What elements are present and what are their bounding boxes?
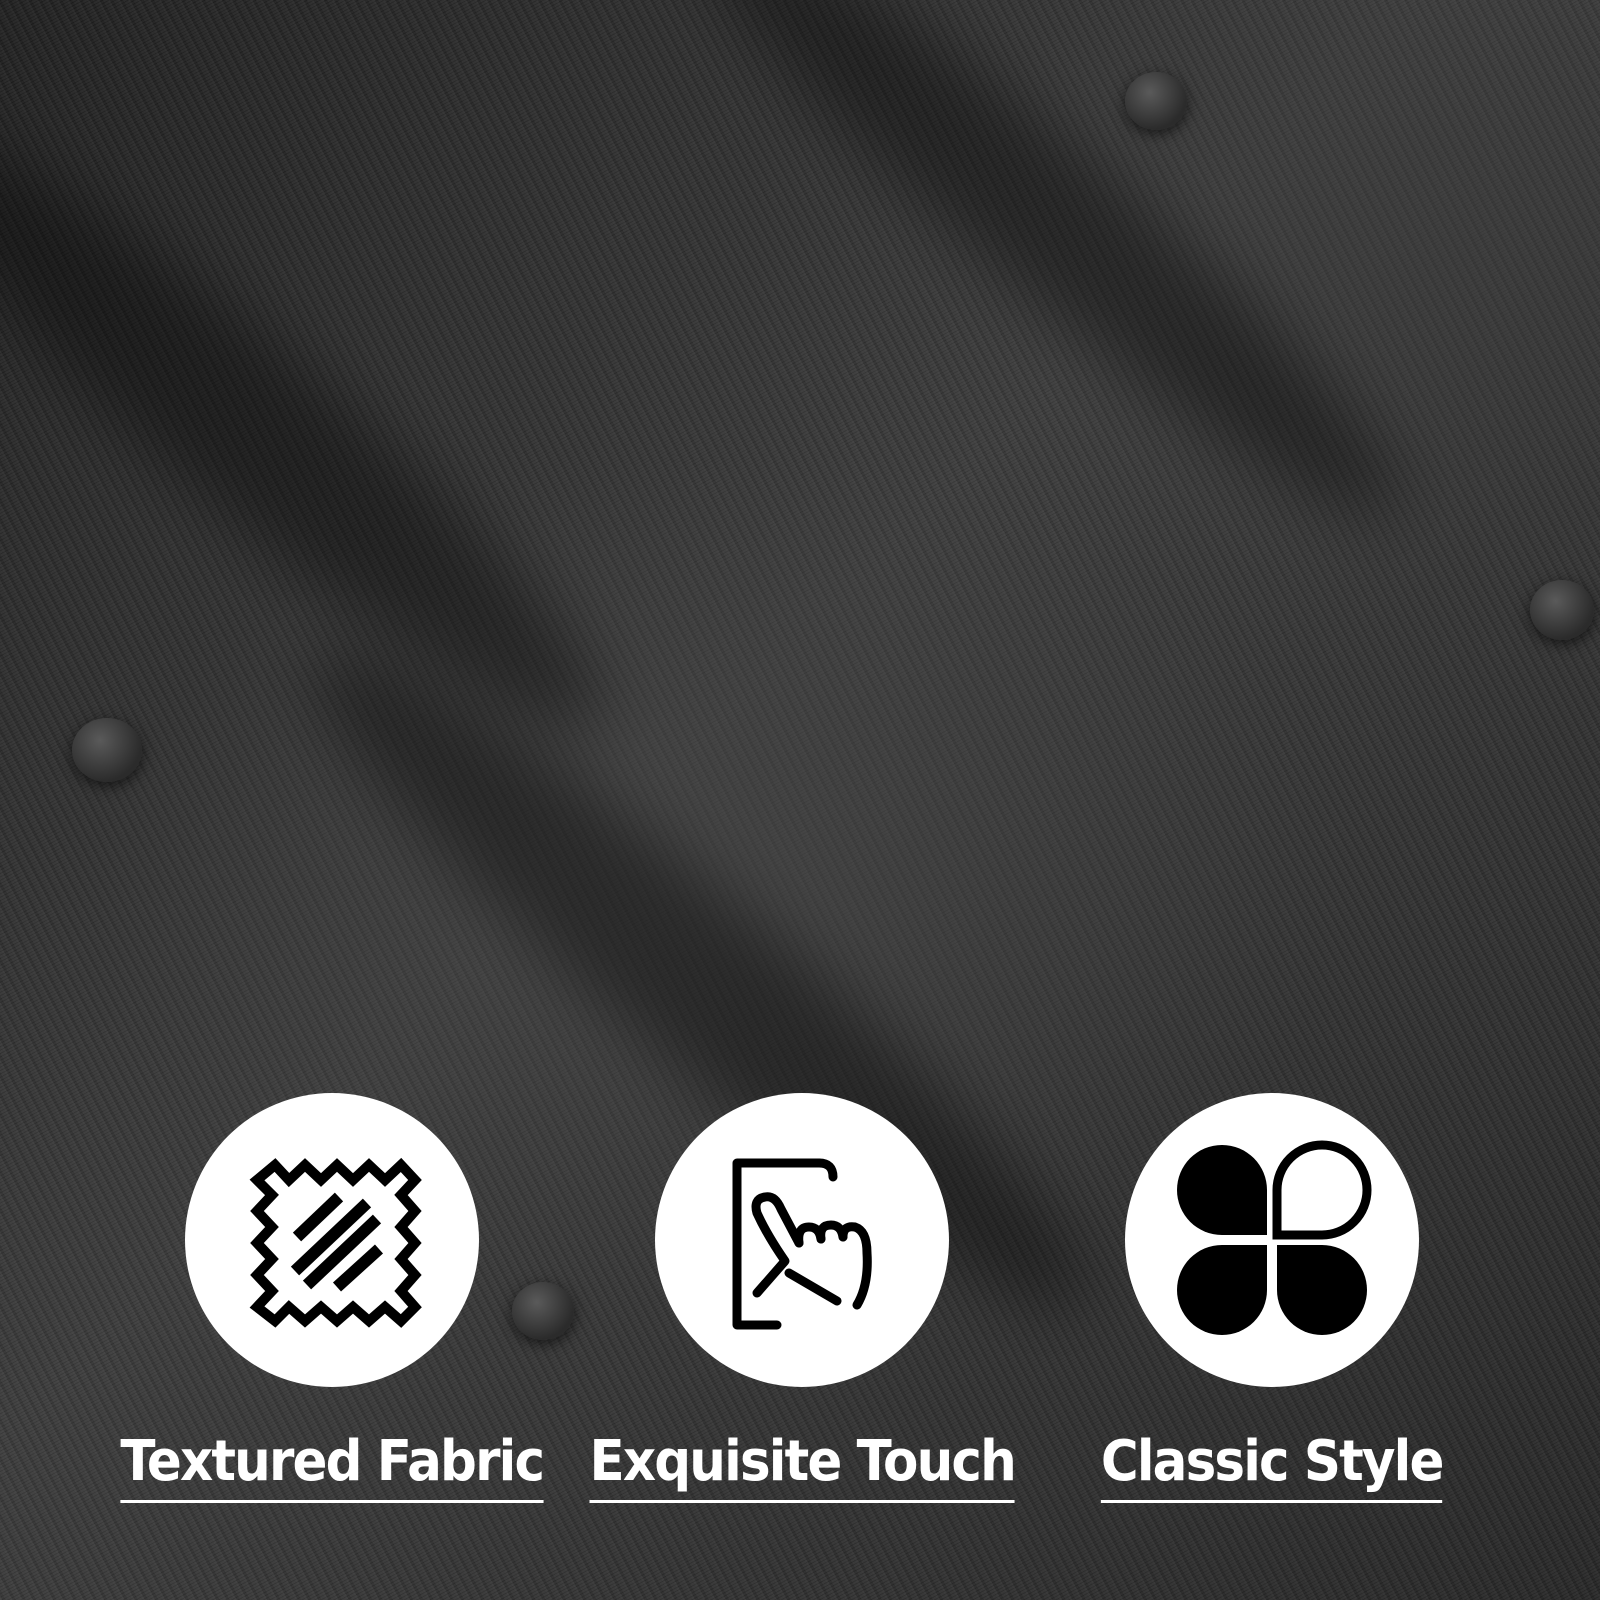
feature-label: Classic Style (1101, 1429, 1445, 1503)
tufted-button (1530, 580, 1594, 640)
fabric-fold-shadow (660, 0, 1440, 563)
tufted-button (1125, 72, 1187, 130)
tufted-button (72, 718, 142, 782)
touch-hand-icon (732, 1158, 872, 1330)
feature-icon-circle (655, 1093, 949, 1387)
feature-exquisite-touch: Exquisite Touch (589, 1093, 1017, 1503)
fabric-swatch-icon (249, 1157, 422, 1328)
feature-label: Textured Fabric (120, 1429, 545, 1503)
feature-label: Exquisite Touch (589, 1429, 1017, 1503)
feature-classic-style: Classic Style (1062, 1093, 1482, 1503)
four-petal-icon (1177, 1140, 1372, 1335)
feature-icon-circle (185, 1093, 479, 1387)
feature-icon-circle (1125, 1093, 1419, 1387)
fabric-background: Textured Fabric Exquisite Touch Classic … (0, 0, 1600, 1600)
feature-textured-fabric: Textured Fabric (120, 1093, 545, 1503)
